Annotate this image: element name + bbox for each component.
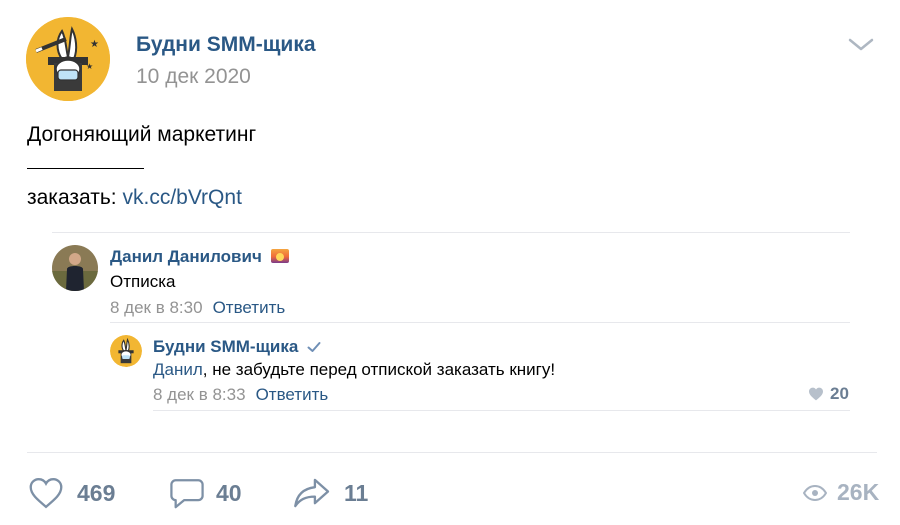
- comment-icon: [170, 479, 204, 509]
- commenter-avatar[interactable]: [52, 245, 98, 291]
- reply-time[interactable]: 8 дек в 8:33: [153, 385, 246, 404]
- heart-icon: [29, 478, 63, 509]
- chevron-down-icon[interactable]: [846, 34, 876, 54]
- views-count: 26K: [837, 479, 880, 505]
- comment-author-line: Данил Данилович: [110, 247, 289, 267]
- verified-check-icon: [307, 338, 321, 358]
- group-avatar[interactable]: ★ ★: [26, 17, 110, 101]
- heart-icon: [809, 387, 823, 401]
- hat-rabbit-logo-icon: [110, 335, 142, 367]
- share-arrow-icon: [294, 478, 330, 508]
- reply-meta: 8 дек в 8:33 Ответить: [153, 385, 328, 405]
- footer-divider: [27, 452, 877, 453]
- views-counter: 26K: [803, 479, 879, 506]
- comment-meta: 8 дек в 8:30 Ответить: [110, 298, 285, 318]
- post-date[interactable]: 10 дек 2020: [136, 65, 251, 89]
- reply-author[interactable]: Будни SMM-щика: [153, 337, 298, 356]
- reply-like-count: 20: [830, 384, 849, 403]
- reply-text: , не забудьте перед отпиской заказать кн…: [202, 360, 556, 379]
- reply-like-button[interactable]: 20: [808, 384, 849, 404]
- comment-count: 40: [216, 479, 242, 506]
- reply-divider-top: [110, 322, 850, 323]
- hat-rabbit-logo-icon: ★ ★: [26, 17, 110, 101]
- reply-author-line: Будни SMM-щика: [153, 337, 321, 358]
- sunset-emoji-icon: [270, 249, 289, 263]
- reply-avatar[interactable]: [110, 335, 142, 367]
- order-label: заказать:: [27, 186, 117, 209]
- separator-line: [27, 168, 144, 169]
- order-link[interactable]: vk.cc/bVrQnt: [122, 186, 241, 209]
- reply-button[interactable]: Ответить: [213, 298, 286, 317]
- svg-text:★: ★: [90, 39, 99, 50]
- svg-text:★: ★: [86, 62, 93, 71]
- reply-divider-bottom: [153, 410, 850, 411]
- reply-text-line: Данил, не забудьте перед отпиской заказа…: [153, 360, 555, 380]
- reply-mention[interactable]: Данил: [153, 360, 203, 379]
- comment-author[interactable]: Данил Данилович: [110, 247, 262, 266]
- comments-divider-top: [52, 232, 850, 233]
- group-name[interactable]: Будни SMM-щика: [136, 33, 316, 57]
- order-line: заказать: vk.cc/bVrQnt: [27, 186, 242, 210]
- comment-text: Отписка: [110, 272, 176, 291]
- reply-reply-button[interactable]: Ответить: [256, 385, 329, 404]
- share-count: 11: [344, 479, 369, 506]
- like-button[interactable]: 469: [27, 477, 115, 509]
- post-title: Догоняющий маркетинг: [27, 123, 257, 146]
- like-count: 469: [77, 479, 116, 506]
- comment-button[interactable]: 40: [170, 477, 242, 509]
- eye-icon: [803, 484, 827, 501]
- comment-time[interactable]: 8 дек в 8:30: [110, 298, 203, 317]
- person-photo-icon: [52, 245, 98, 291]
- share-button[interactable]: 11: [292, 477, 368, 509]
